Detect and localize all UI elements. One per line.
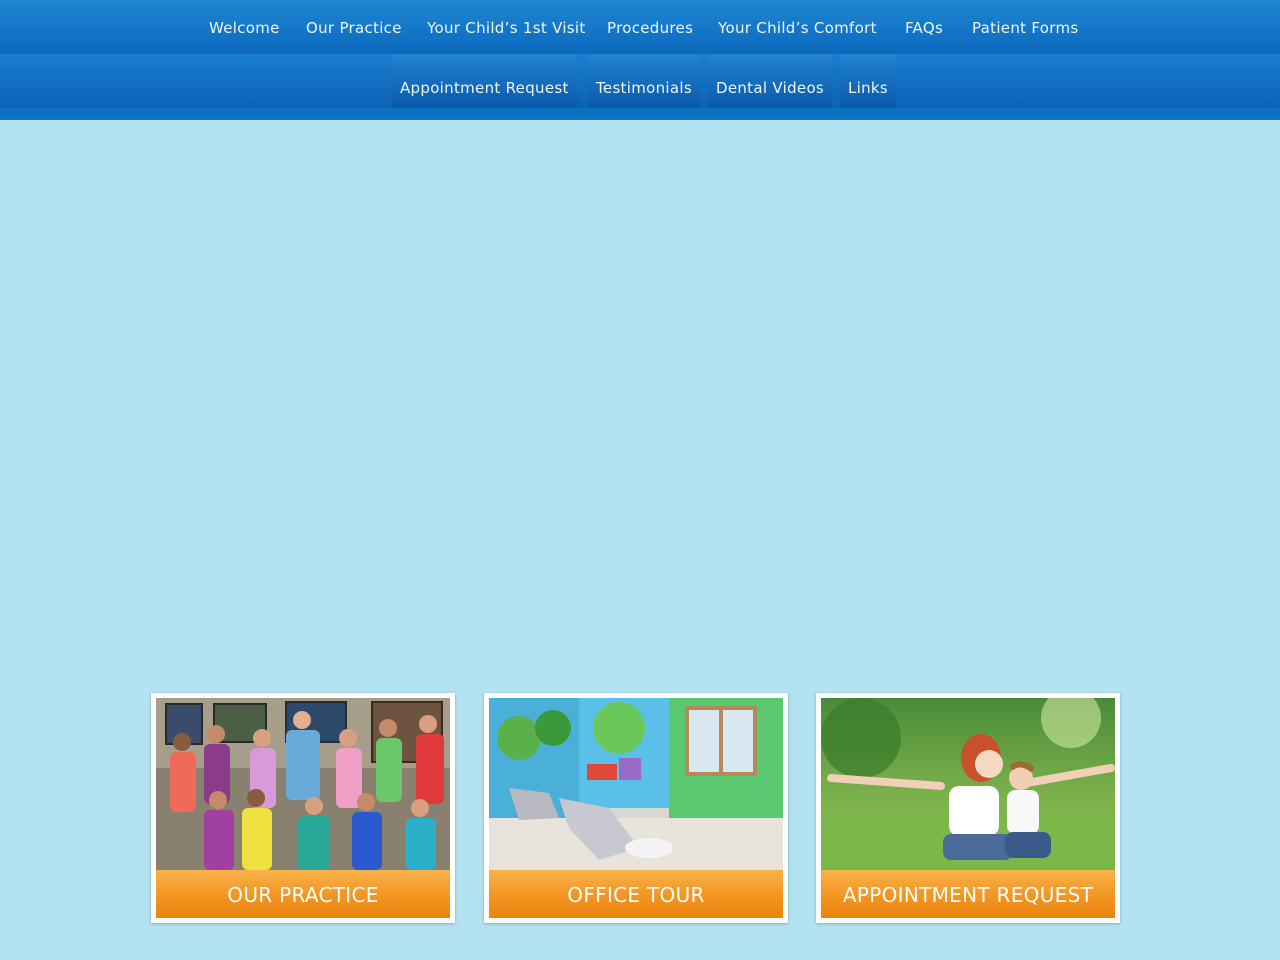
office-tour-button[interactable]: OFFICE TOUR (489, 870, 783, 918)
nav-first-visit[interactable]: Your Child’s 1st Visit (427, 0, 586, 54)
nav-testimonials[interactable]: Testimonials (588, 54, 700, 114)
nav-links[interactable]: Links (840, 54, 897, 114)
mother-child-photo (821, 698, 1115, 870)
dental-office-photo (489, 698, 783, 870)
nav-patient-forms[interactable]: Patient Forms (972, 0, 1079, 54)
nav-dental-videos[interactable]: Dental Videos (708, 54, 833, 114)
card-office-tour[interactable]: OFFICE TOUR (484, 693, 788, 923)
nav-row-secondary: Appointment Request Testimonials Dental … (0, 54, 1280, 114)
our-practice-button[interactable]: OUR PRACTICE (156, 870, 450, 918)
nav-row-primary: Welcome Our Practice Your Child’s 1st Vi… (0, 0, 1280, 54)
nav-our-practice[interactable]: Our Practice (306, 0, 402, 54)
nav-faqs[interactable]: FAQs (905, 0, 943, 54)
card-our-practice[interactable]: OUR PRACTICE (151, 693, 455, 923)
card-appointment-request[interactable]: APPOINTMENT REQUEST (816, 693, 1120, 923)
appointment-request-button[interactable]: APPOINTMENT REQUEST (821, 870, 1115, 918)
nav-childs-comfort[interactable]: Your Child’s Comfort (718, 0, 877, 54)
team-photo (156, 698, 450, 870)
nav-bottom-strip (0, 108, 1280, 120)
nav-procedures[interactable]: Procedures (607, 0, 693, 54)
nav-appointment-request[interactable]: Appointment Request (392, 54, 577, 114)
main-navigation: Welcome Our Practice Your Child’s 1st Vi… (0, 0, 1280, 120)
nav-welcome[interactable]: Welcome (209, 0, 280, 54)
